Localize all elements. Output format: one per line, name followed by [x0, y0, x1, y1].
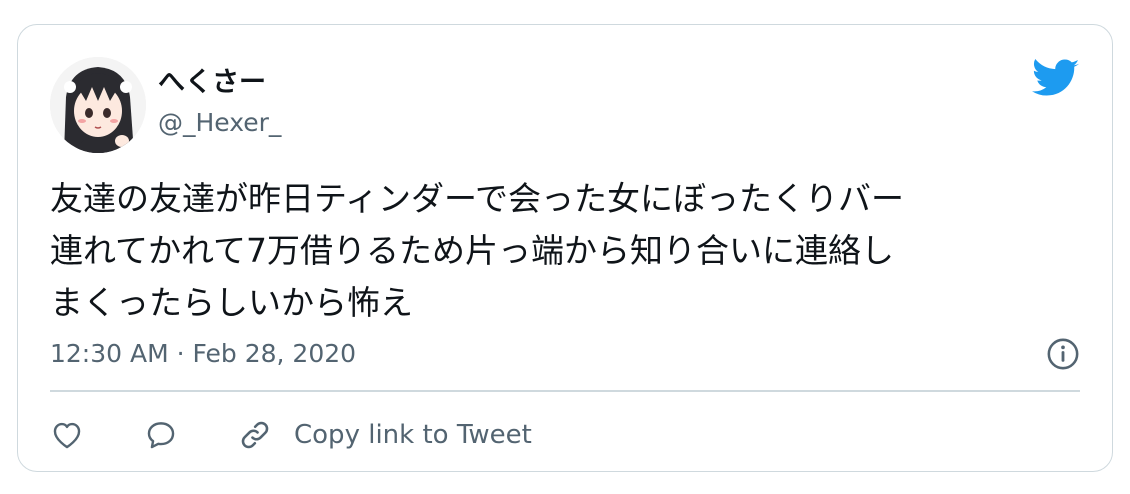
author-handle[interactable]: @_Hexer_	[158, 107, 281, 139]
tweet-timestamp[interactable]: 12:30 AM · Feb 28, 2020	[50, 337, 356, 371]
copy-link-button[interactable]: Copy link to Tweet	[238, 418, 532, 452]
avatar[interactable]	[50, 57, 146, 153]
twitter-bird-icon[interactable]	[1032, 59, 1080, 99]
speech-bubble-icon[interactable]	[144, 418, 178, 452]
copy-link-label: Copy link to Tweet	[294, 420, 532, 450]
tweet-text-line: 友達の友達が昨日ティンダーで会った女にぼったくりバー	[50, 179, 905, 218]
tweet-card[interactable]: へくさー @_Hexer_ 友達の友達が昨日ティンダーで会った女にぼったくりバー…	[17, 24, 1113, 472]
tweet-text: 友達の友達が昨日ティンダーで会った女にぼったくりバー 連れてかれて7万借りるため…	[50, 173, 1090, 329]
tweet-actions: Copy link to Tweet	[50, 413, 532, 457]
tweet-text-line: 連れてかれて7万借りるため片っ端から知り合いに連絡し	[50, 231, 895, 270]
divider	[50, 390, 1080, 392]
link-icon	[238, 418, 272, 452]
info-icon[interactable]	[1046, 337, 1080, 371]
author-display-name[interactable]: へくさー	[158, 65, 266, 101]
tweet-text-line: まくったらしいから怖え	[50, 283, 413, 322]
heart-icon[interactable]	[50, 418, 84, 452]
